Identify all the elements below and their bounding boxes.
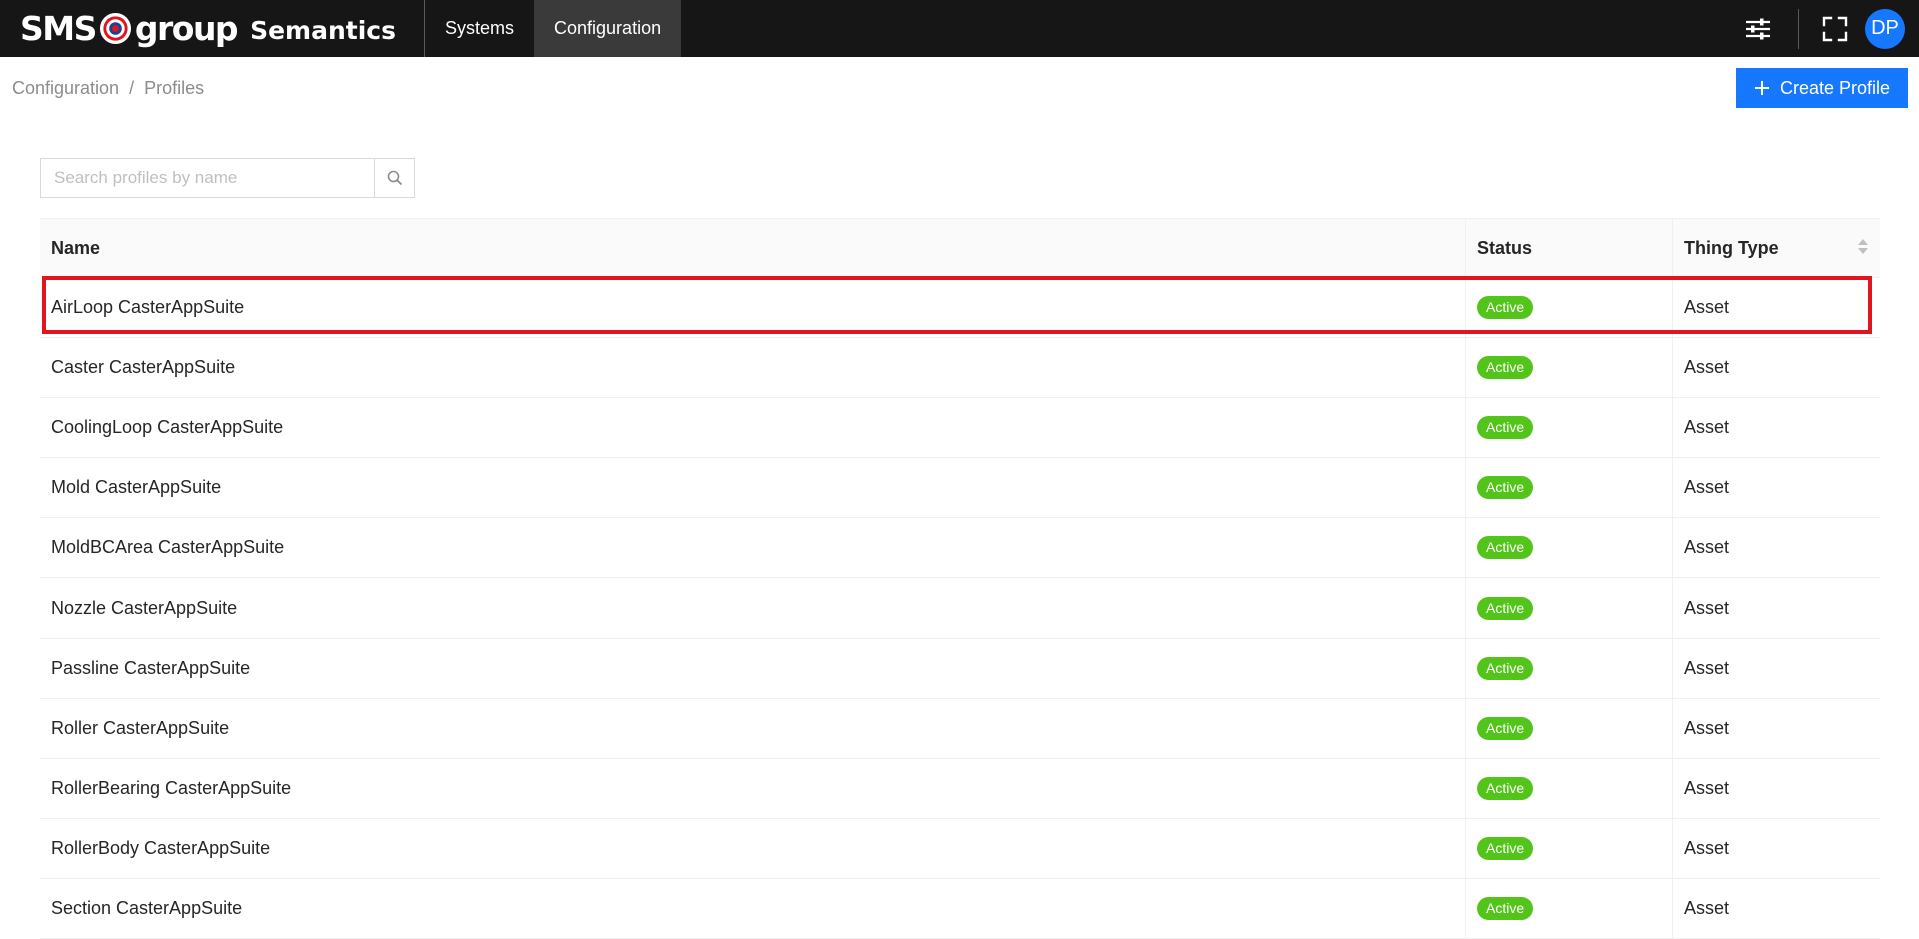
breadcrumb-separator: / <box>129 78 135 98</box>
status-badge: Active <box>1477 776 1534 800</box>
thing-type-cell: Asset <box>1684 717 1730 738</box>
status-badge: Active <box>1477 416 1534 440</box>
thing-type-cell: Asset <box>1684 897 1730 918</box>
status-cell: Active <box>1466 818 1673 878</box>
thing-type-cell: Asset <box>1684 837 1730 858</box>
table-row[interactable]: Caster CasterAppSuite Active Asset <box>40 338 1880 399</box>
user-avatar[interactable]: DP <box>1865 8 1905 49</box>
top-navbar: SMS group Semantics Systems Configuratio… <box>0 0 1919 57</box>
table-row[interactable]: Nozzle CasterAppSuite Active Asset <box>40 578 1880 639</box>
main-nav: Systems Configuration <box>425 0 682 57</box>
table-row[interactable]: Passline CasterAppSuite Active Asset <box>40 638 1880 699</box>
status-cell: Active <box>1466 698 1673 758</box>
brand-group-text: group <box>134 9 239 48</box>
brand-logo[interactable]: SMS group Semantics <box>0 0 425 57</box>
status-badge: Active <box>1477 356 1534 380</box>
profile-name-cell[interactable]: Passline CasterAppSuite <box>40 638 1466 698</box>
table-body: AirLoop CasterAppSuite Active Asset Caster … <box>40 276 1880 939</box>
breadcrumb-configuration[interactable]: Configuration <box>12 78 119 99</box>
profile-name-cell[interactable]: AirLoop CasterAppSuite <box>40 278 1466 338</box>
profile-name-cell[interactable]: Roller CasterAppSuite <box>40 698 1466 758</box>
table-row[interactable]: RollerBearing CasterAppSuite Active Asset <box>40 758 1880 819</box>
status-cell: Active <box>1466 518 1673 578</box>
thing-type-cell: Asset <box>1684 297 1730 318</box>
profile-name-cell[interactable]: RollerBearing CasterAppSuite <box>40 758 1466 818</box>
toolbar-divider <box>1798 8 1799 49</box>
fullscreen-icon[interactable] <box>1817 11 1853 47</box>
profile-name-cell[interactable]: Nozzle CasterAppSuite <box>40 578 1466 638</box>
status-badge: Active <box>1477 596 1534 620</box>
sort-icon[interactable] <box>1858 239 1868 254</box>
status-badge: Active <box>1477 476 1534 500</box>
product-name: Semantics <box>250 15 396 45</box>
table-row[interactable]: Roller CasterAppSuite Active Asset <box>40 698 1880 759</box>
thing-type-cell: Asset <box>1684 537 1730 558</box>
thing-type-cell: Asset <box>1684 777 1730 798</box>
create-profile-button[interactable]: Create Profile <box>1736 68 1908 108</box>
status-cell: Active <box>1466 278 1673 338</box>
brand-sms-text: SMS <box>20 9 97 48</box>
plus-icon <box>1754 81 1769 95</box>
table-row[interactable]: MoldBCArea CasterAppSuite Active Asset <box>40 518 1880 579</box>
sliders-icon[interactable] <box>1740 11 1776 47</box>
thing-type-cell: Asset <box>1684 477 1730 498</box>
status-cell: Active <box>1466 638 1673 698</box>
status-cell: Active <box>1466 578 1673 638</box>
thing-type-cell: Asset <box>1684 417 1730 438</box>
sms-logo-icon <box>99 12 131 45</box>
column-header-thing-type[interactable]: Thing Type <box>1673 219 1880 277</box>
table-row[interactable]: RollerBody CasterAppSuite Active Asset <box>40 818 1880 879</box>
status-badge: Active <box>1477 836 1534 860</box>
nav-item-systems[interactable]: Systems <box>425 0 534 57</box>
profile-name-cell[interactable]: Caster CasterAppSuite <box>40 338 1466 398</box>
status-cell: Active <box>1466 878 1673 939</box>
column-header-thing-type-label: Thing Type <box>1684 237 1779 258</box>
status-badge: Active <box>1477 656 1534 680</box>
profile-name-cell[interactable]: Section CasterAppSuite <box>40 878 1466 939</box>
create-profile-label: Create Profile <box>1779 77 1891 98</box>
profile-name-cell[interactable]: CoolingLoop CasterAppSuite <box>40 398 1466 458</box>
status-badge: Active <box>1477 896 1534 920</box>
breadcrumb: Configuration / Profiles <box>12 78 204 99</box>
table-row[interactable]: Section CasterAppSuite Active Asset <box>40 878 1880 939</box>
column-header-status[interactable]: Status <box>1466 219 1673 277</box>
status-badge: Active <box>1477 536 1534 560</box>
table-row[interactable]: AirLoop CasterAppSuite Active Asset <box>40 278 1880 339</box>
breadcrumb-profiles: Profiles <box>144 78 205 98</box>
search-input[interactable] <box>41 159 374 197</box>
table-header: Name Status Thing Type <box>40 218 1880 278</box>
profile-name-cell[interactable]: Mold CasterAppSuite <box>40 458 1466 518</box>
table-row[interactable]: CoolingLoop CasterAppSuite Active Asset <box>40 398 1880 459</box>
thing-type-cell: Asset <box>1684 597 1730 618</box>
status-badge: Active <box>1477 716 1534 740</box>
search-box <box>40 158 415 198</box>
status-cell: Active <box>1466 758 1673 818</box>
column-header-name[interactable]: Name <box>40 219 1466 277</box>
search-button[interactable] <box>374 159 414 197</box>
table-row[interactable]: Mold CasterAppSuite Active Asset <box>40 458 1880 519</box>
nav-item-configuration[interactable]: Configuration <box>534 0 682 57</box>
profile-name-cell[interactable]: MoldBCArea CasterAppSuite <box>40 518 1466 578</box>
profile-name-cell[interactable]: RollerBody CasterAppSuite <box>40 818 1466 878</box>
status-cell: Active <box>1466 338 1673 398</box>
toolbar-right: DP <box>1740 0 1919 57</box>
thing-type-cell: Asset <box>1684 657 1730 678</box>
status-badge: Active <box>1477 296 1534 320</box>
status-cell: Active <box>1466 398 1673 458</box>
thing-type-cell: Asset <box>1684 357 1730 378</box>
search-icon <box>387 170 402 186</box>
profiles-table: Name Status Thing Type AirLoop CasterApp… <box>40 218 1880 939</box>
status-cell: Active <box>1466 458 1673 518</box>
